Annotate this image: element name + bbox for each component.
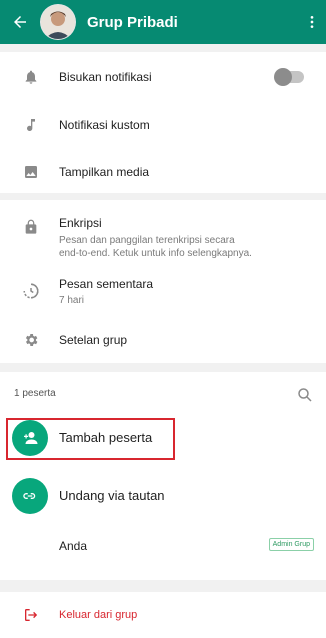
participant-name: Anda — [59, 539, 88, 553]
disappearing-messages-label: Pesan sementara — [59, 277, 154, 291]
exit-group-label: Keluar dari grup — [59, 609, 138, 621]
mute-notifications-label: Bisukan notifikasi — [59, 70, 152, 84]
highlight-box — [6, 418, 175, 460]
group-settings-row[interactable]: Setelan grup — [0, 325, 326, 355]
participant-count: 1 peserta — [14, 388, 56, 399]
avatar-image — [41, 5, 75, 39]
custom-notifications-row[interactable]: Notifikasi kustom — [0, 110, 326, 140]
gear-icon — [20, 329, 42, 351]
custom-notifications-label: Notifikasi kustom — [59, 118, 150, 132]
page-title[interactable]: Grup Pribadi — [87, 14, 298, 31]
music-note-icon — [20, 114, 42, 136]
media-row[interactable]: Tampilkan media — [0, 157, 326, 187]
lock-icon — [20, 216, 42, 238]
mute-toggle[interactable] — [274, 68, 304, 86]
image-icon — [20, 161, 42, 183]
group-avatar[interactable] — [40, 4, 76, 40]
arrow-left-icon — [14, 16, 26, 28]
bell-icon — [20, 66, 42, 88]
link-icon — [12, 478, 48, 514]
notification-section: Bisukan notifikasi Notifikasi kustom Tam… — [0, 52, 326, 193]
disappearing-messages-value: 7 hari — [59, 295, 85, 306]
encryption-desc-line1: Pesan dan panggilan terenkripsi secara — [59, 235, 235, 246]
admin-badge: Admin Grup — [268, 538, 314, 551]
exit-group-row[interactable]: Keluar dari grup — [0, 600, 326, 630]
privacy-section: Enkripsi Pesan dan panggilan terenkripsi… — [0, 200, 326, 363]
overflow-menu-button[interactable] — [298, 0, 326, 44]
search-icon — [298, 388, 312, 402]
toggle-knob — [274, 68, 292, 86]
encryption-desc-line2: end-to-end. Ketuk untuk info selengkapny… — [59, 248, 252, 259]
exit-icon — [20, 604, 42, 626]
disappearing-messages-row[interactable]: Pesan sementara 7 hari — [0, 273, 326, 309]
encryption-row[interactable]: Enkripsi Pesan dan panggilan terenkripsi… — [0, 210, 326, 260]
timer-icon — [20, 280, 42, 302]
media-label: Tampilkan media — [59, 165, 150, 179]
exit-section: Keluar dari grup — [0, 592, 326, 638]
back-button[interactable] — [0, 0, 40, 44]
mute-notifications-row[interactable]: Bisukan notifikasi — [0, 62, 326, 92]
invite-link-label: Undang via tautan — [59, 488, 165, 503]
group-settings-label: Setelan grup — [59, 333, 128, 347]
search-participants-button[interactable] — [296, 386, 314, 409]
more-vert-icon — [310, 16, 314, 28]
app-bar: Grup Pribadi — [0, 0, 326, 44]
invite-link-row[interactable]: Undang via tautan — [0, 478, 326, 514]
encryption-label: Enkripsi — [59, 216, 102, 230]
